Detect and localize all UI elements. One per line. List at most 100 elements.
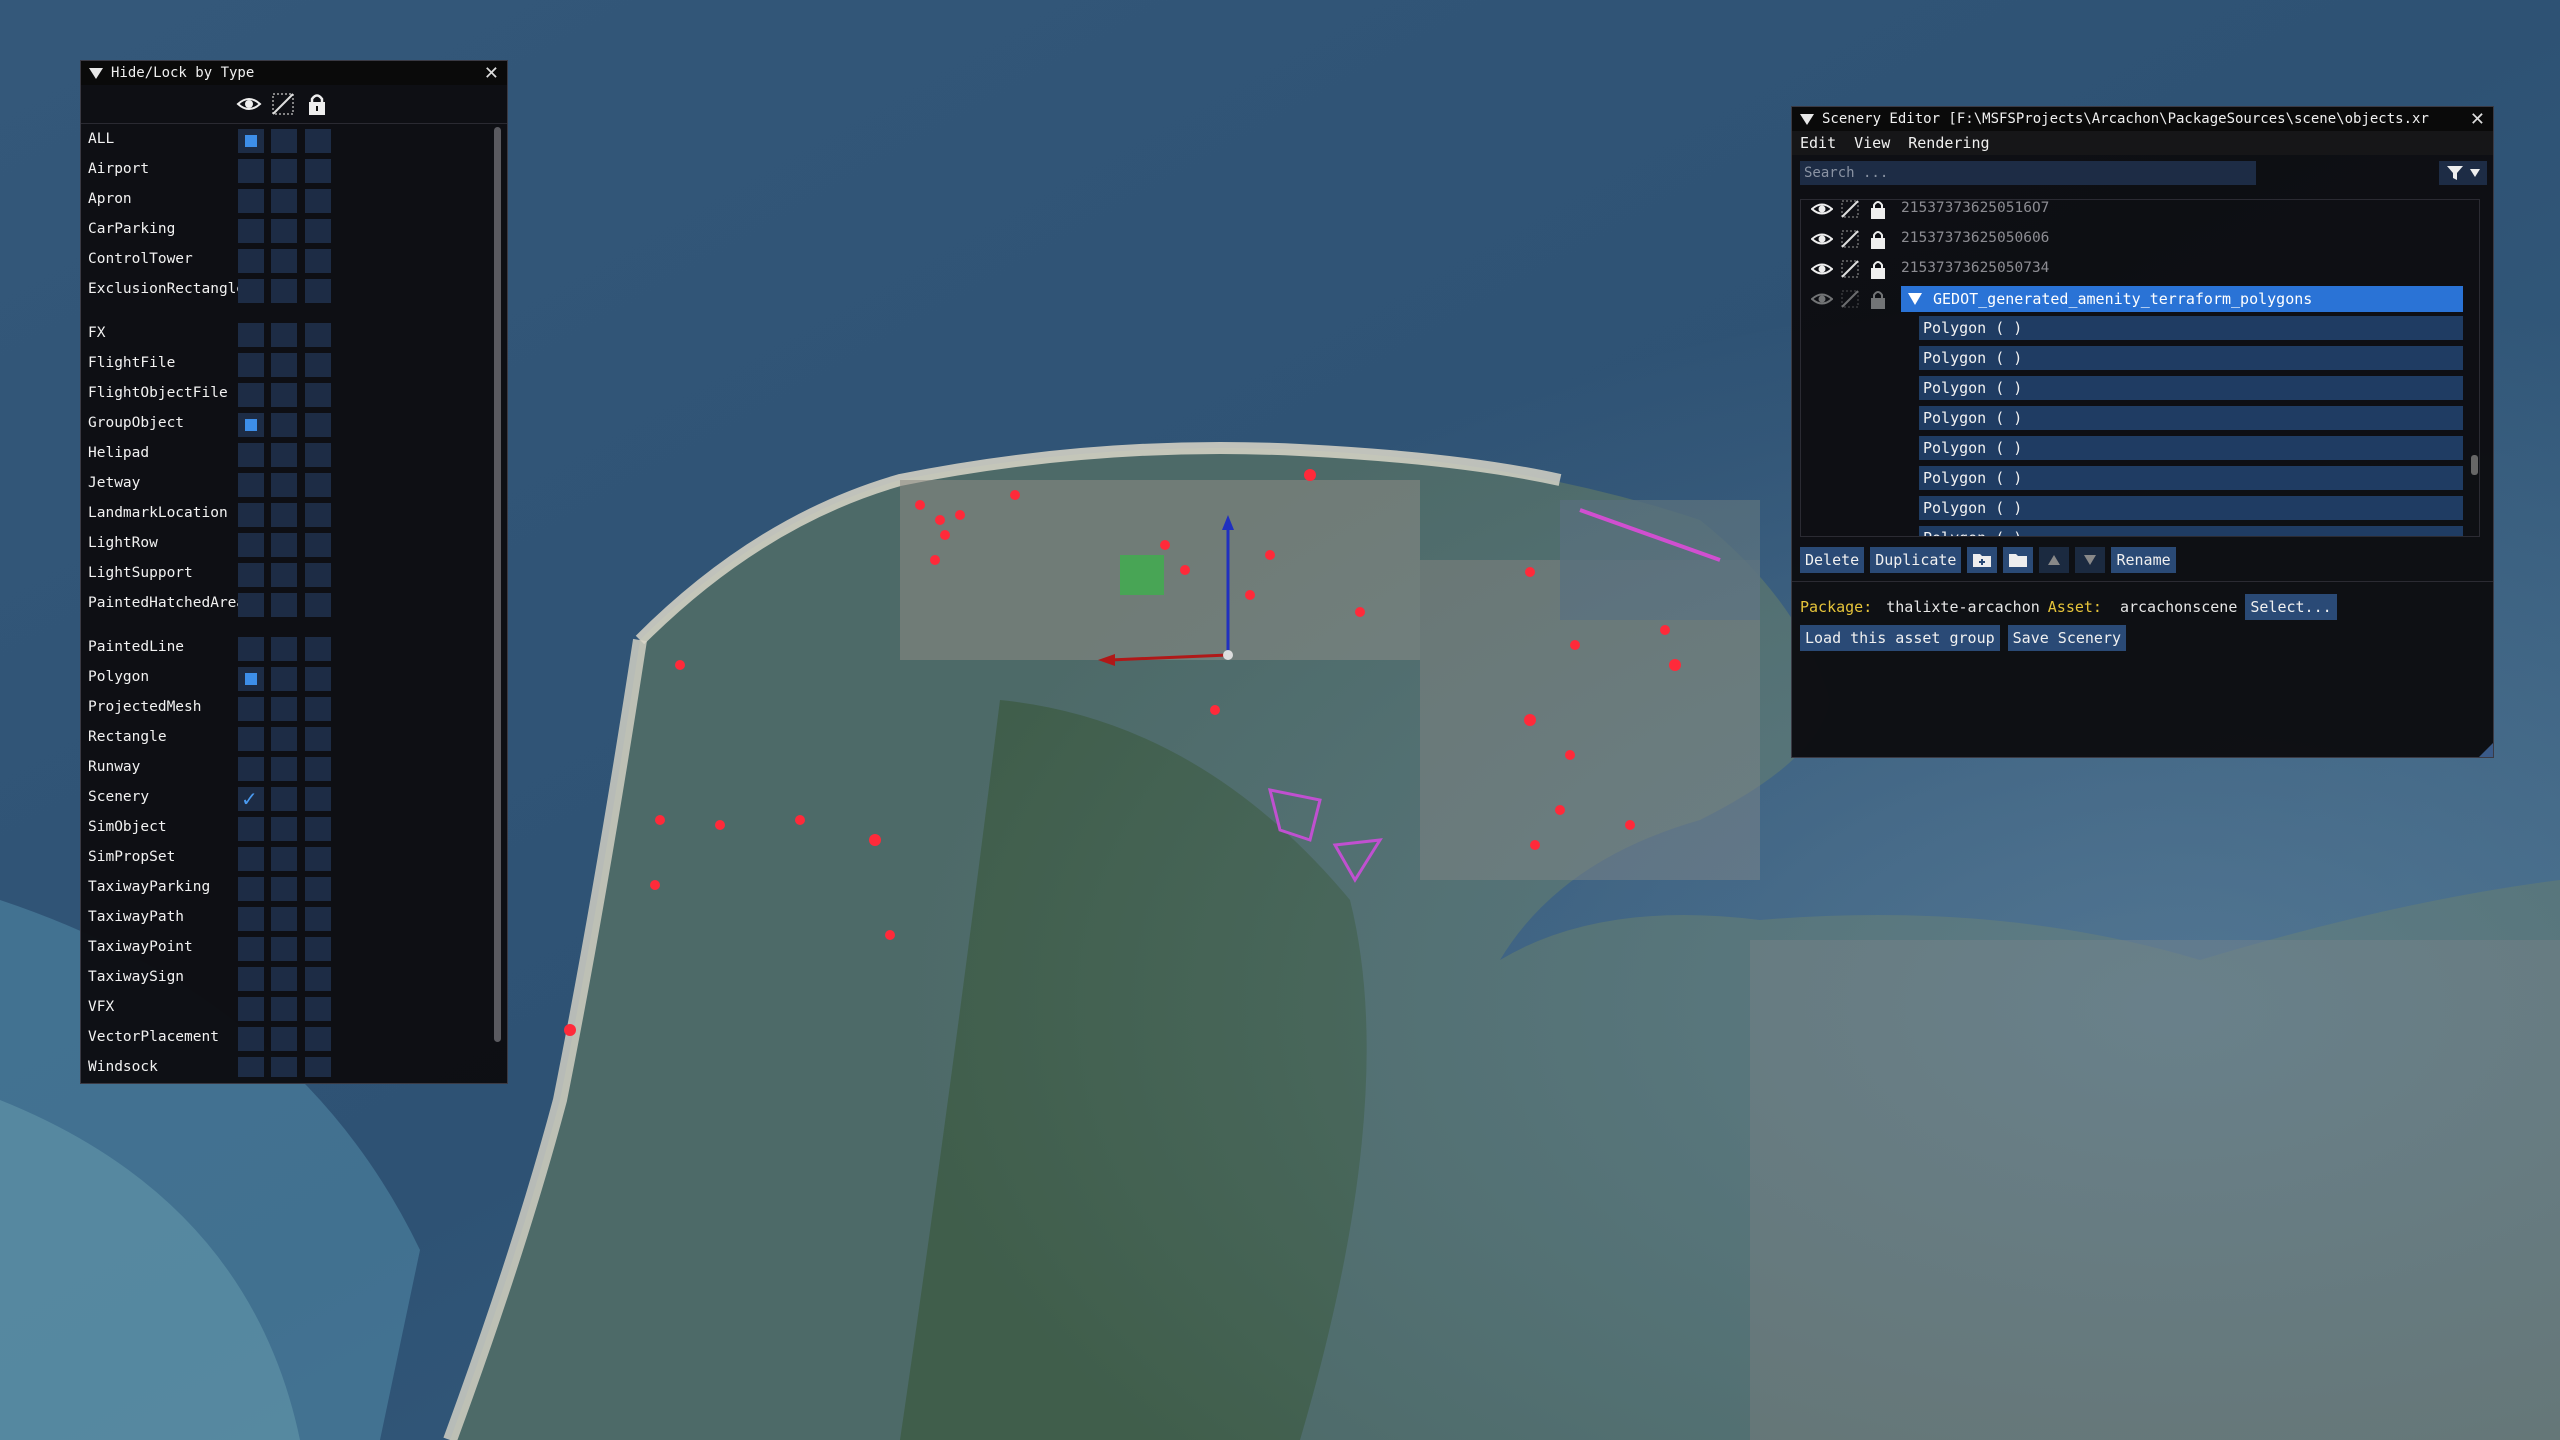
resize-grip[interactable] [2479, 743, 2493, 757]
visible-checkbox[interactable] [238, 637, 264, 661]
hide-checkbox[interactable] [271, 697, 297, 721]
hide-checkbox[interactable] [271, 533, 297, 557]
hide-checkbox[interactable] [271, 503, 297, 527]
hidden-icon[interactable] [270, 91, 296, 117]
lock-checkbox[interactable] [305, 967, 331, 991]
visible-checkbox[interactable] [238, 159, 264, 183]
tree-group-selected[interactable]: GEDOT_generated_amenity_terraform_polygo… [1801, 284, 2479, 314]
lock-checkbox[interactable] [305, 907, 331, 931]
lock-checkbox[interactable] [305, 383, 331, 407]
lock-icon[interactable] [1867, 228, 1889, 250]
hidden-icon[interactable] [1839, 228, 1861, 250]
eye-icon[interactable] [1811, 258, 1833, 280]
eye-icon[interactable] [1811, 199, 1833, 220]
visible-checkbox[interactable] [238, 697, 264, 721]
lock-checkbox[interactable] [305, 667, 331, 691]
lock-checkbox[interactable] [305, 563, 331, 587]
lock-icon[interactable] [1867, 199, 1889, 220]
polygon-child-item[interactable]: Polygon ( ) [1919, 346, 2463, 370]
visible-checkbox[interactable] [238, 997, 264, 1021]
visible-checkbox[interactable] [238, 249, 264, 273]
lock-icon[interactable] [1867, 258, 1889, 280]
lock-checkbox[interactable] [305, 159, 331, 183]
scenery-editor-titlebar[interactable]: Scenery Editor [F:\MSFSProjects\Arcachon… [1792, 107, 2493, 131]
visible-checkbox[interactable] [238, 563, 264, 587]
hide-checkbox[interactable] [271, 907, 297, 931]
expand-triangle-icon[interactable] [1908, 293, 1922, 305]
collapse-triangle-icon[interactable] [89, 67, 103, 79]
eye-icon[interactable] [236, 91, 262, 117]
visible-checkbox[interactable] [238, 667, 264, 691]
hide-checkbox[interactable] [271, 249, 297, 273]
move-up-button[interactable] [2039, 547, 2070, 573]
polygon-child-item[interactable]: Polygon ( ) [1919, 316, 2463, 340]
visible-checkbox[interactable] [238, 967, 264, 991]
new-folder-button[interactable] [1967, 547, 1998, 573]
visible-checkbox[interactable] [238, 877, 264, 901]
duplicate-button[interactable]: Duplicate [1870, 547, 1962, 573]
hide-checkbox[interactable] [271, 563, 297, 587]
visible-checkbox[interactable] [238, 1057, 264, 1077]
selected-group-row[interactable]: GEDOT_generated_amenity_terraform_polygo… [1901, 286, 2463, 312]
lock-checkbox[interactable] [305, 249, 331, 273]
hidden-icon[interactable] [1839, 288, 1861, 310]
hide-checkbox[interactable] [271, 727, 297, 751]
hide-checkbox[interactable] [271, 667, 297, 691]
lock-checkbox[interactable] [305, 727, 331, 751]
visible-checkbox[interactable] [238, 727, 264, 751]
hide-checkbox[interactable] [271, 1057, 297, 1077]
polygon-child-item[interactable]: Polygon ( ) [1919, 526, 2463, 536]
lock-checkbox[interactable] [305, 443, 331, 467]
menu-view[interactable]: View [1854, 134, 1890, 152]
hide-checkbox[interactable] [271, 353, 297, 377]
hide-checkbox[interactable] [271, 997, 297, 1021]
lock-checkbox[interactable] [305, 279, 331, 303]
collapse-triangle-icon[interactable] [1800, 113, 1814, 125]
lock-checkbox[interactable] [305, 189, 331, 213]
visible-checkbox[interactable] [238, 847, 264, 871]
visible-checkbox[interactable] [238, 219, 264, 243]
lock-checkbox[interactable] [305, 503, 331, 527]
hide-checkbox[interactable] [271, 189, 297, 213]
hide-checkbox[interactable] [271, 757, 297, 781]
polygon-child-item[interactable]: Polygon ( ) [1919, 406, 2463, 430]
hide-checkbox[interactable] [271, 847, 297, 871]
hide-checkbox[interactable] [271, 593, 297, 617]
move-down-button[interactable] [2075, 547, 2106, 573]
hide-checkbox[interactable] [271, 219, 297, 243]
tree-item[interactable]: 21537373625050606 [1801, 224, 2479, 254]
close-icon[interactable]: ✕ [2470, 109, 2485, 130]
visible-checkbox[interactable] [238, 279, 264, 303]
menu-edit[interactable]: Edit [1800, 134, 1836, 152]
lock-checkbox[interactable] [305, 1027, 331, 1051]
eye-icon[interactable] [1811, 288, 1833, 310]
hide-checkbox[interactable] [271, 877, 297, 901]
visible-checkbox[interactable] [238, 533, 264, 557]
lock-checkbox[interactable] [305, 1057, 331, 1077]
hide-checkbox[interactable] [271, 787, 297, 811]
lock-checkbox[interactable] [305, 757, 331, 781]
lock-checkbox[interactable] [305, 997, 331, 1021]
lock-checkbox[interactable] [305, 593, 331, 617]
search-input[interactable] [1800, 161, 2256, 185]
polygon-child-item[interactable]: Polygon ( ) [1919, 376, 2463, 400]
visible-checkbox[interactable] [238, 1027, 264, 1051]
save-scenery-button[interactable]: Save Scenery [2007, 625, 2127, 651]
hide-checkbox[interactable] [271, 637, 297, 661]
lock-checkbox[interactable] [305, 323, 331, 347]
rename-button[interactable]: Rename [2111, 547, 2176, 573]
lock-icon[interactable] [304, 91, 330, 117]
hidden-icon[interactable] [1839, 258, 1861, 280]
visible-checkbox[interactable] [238, 189, 264, 213]
tree-item[interactable]: 215373736250516O7 [1801, 199, 2479, 224]
hide-checkbox[interactable] [271, 383, 297, 407]
lock-checkbox[interactable] [305, 817, 331, 841]
visible-checkbox[interactable] [238, 473, 264, 497]
visible-checkbox[interactable] [238, 129, 264, 153]
filter-button[interactable] [2439, 161, 2487, 185]
visible-checkbox[interactable] [238, 323, 264, 347]
hide-checkbox[interactable] [271, 967, 297, 991]
tree-scrollbar[interactable] [2471, 455, 2478, 475]
lock-checkbox[interactable] [305, 129, 331, 153]
hide-checkbox[interactable] [271, 817, 297, 841]
